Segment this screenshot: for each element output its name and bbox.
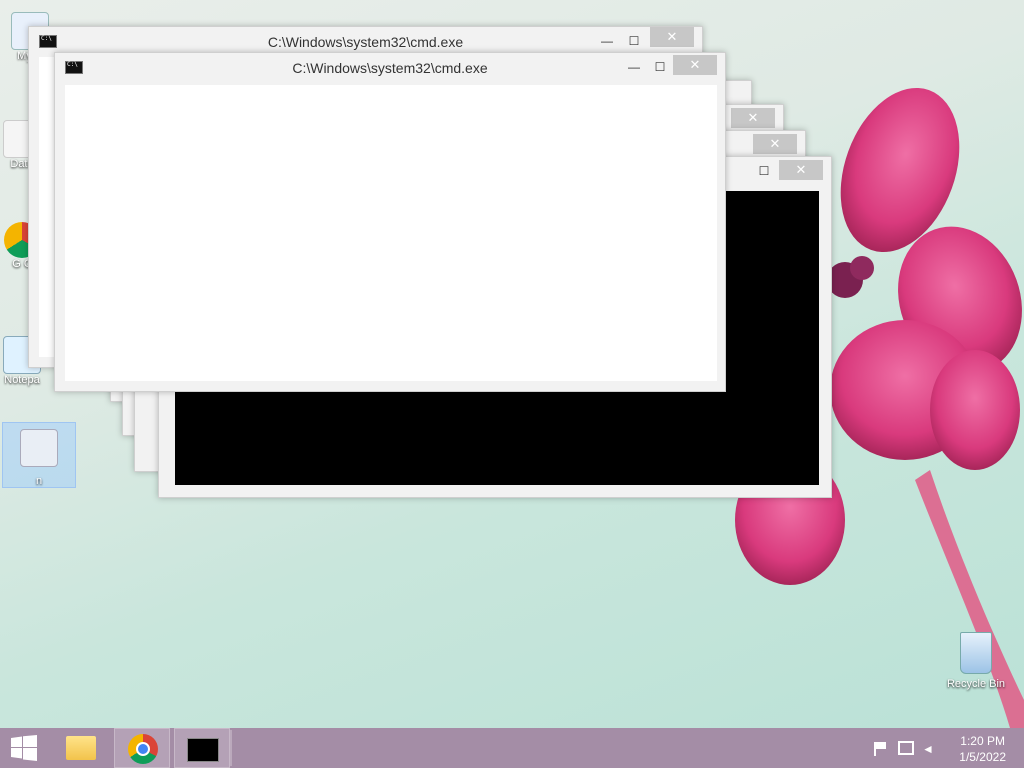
- chrome-icon-center: [136, 742, 150, 756]
- recycle-bin-icon: [960, 632, 992, 674]
- close-button[interactable]: ✕: [753, 134, 797, 154]
- desktop-icon-label: n: [35, 475, 43, 487]
- titlebar[interactable]: C:\Windows\system32\cmd.exe — ☐ ✕: [55, 53, 725, 81]
- minimize-button[interactable]: —: [621, 57, 647, 77]
- minimize-button[interactable]: —: [594, 31, 620, 51]
- desktop-icon-label: Recycle Bin: [946, 678, 1006, 690]
- taskbar-cmd[interactable]: [174, 728, 230, 768]
- action-center-flag-icon[interactable]: [874, 742, 890, 756]
- console-output[interactable]: [65, 85, 717, 381]
- settings-gear-icon: [20, 429, 58, 467]
- taskbar-divider: [230, 730, 232, 766]
- close-button[interactable]: ✕: [673, 55, 717, 75]
- maximize-button[interactable]: ☐: [751, 161, 777, 181]
- folder-icon: [66, 736, 96, 760]
- desktop-icon-selected[interactable]: n: [2, 422, 76, 488]
- clock-date: 1/5/2022: [959, 750, 1006, 764]
- windows-logo-icon: [11, 735, 37, 761]
- desktop-icon-label: Notepa: [4, 374, 40, 386]
- system-clock[interactable]: 1:20 PM 1/5/2022: [959, 733, 1006, 765]
- clock-time: 1:20 PM: [960, 734, 1005, 748]
- maximize-button[interactable]: ☐: [647, 57, 673, 77]
- start-button[interactable]: [0, 728, 48, 768]
- network-icon[interactable]: [898, 741, 914, 755]
- taskbar-file-explorer[interactable]: [54, 728, 110, 768]
- close-button[interactable]: ✕: [731, 108, 775, 128]
- volume-muted-icon[interactable]: ◄: [922, 742, 938, 756]
- close-button[interactable]: ✕: [650, 27, 694, 47]
- close-button[interactable]: ✕: [779, 160, 823, 180]
- maximize-button[interactable]: ☐: [621, 31, 647, 51]
- taskbar-chrome[interactable]: [114, 728, 170, 768]
- titlebar[interactable]: C:\Windows\system32\cmd.exe — ☐ ✕: [29, 27, 702, 55]
- cmd-icon: [187, 738, 219, 762]
- desktop-icon-recycle-bin[interactable]: Recycle Bin: [940, 632, 1012, 690]
- cmd-window-front[interactable]: C:\Windows\system32\cmd.exe — ☐ ✕: [54, 52, 726, 392]
- taskbar: ◄ 1:20 PM 1/5/2022: [0, 728, 1024, 768]
